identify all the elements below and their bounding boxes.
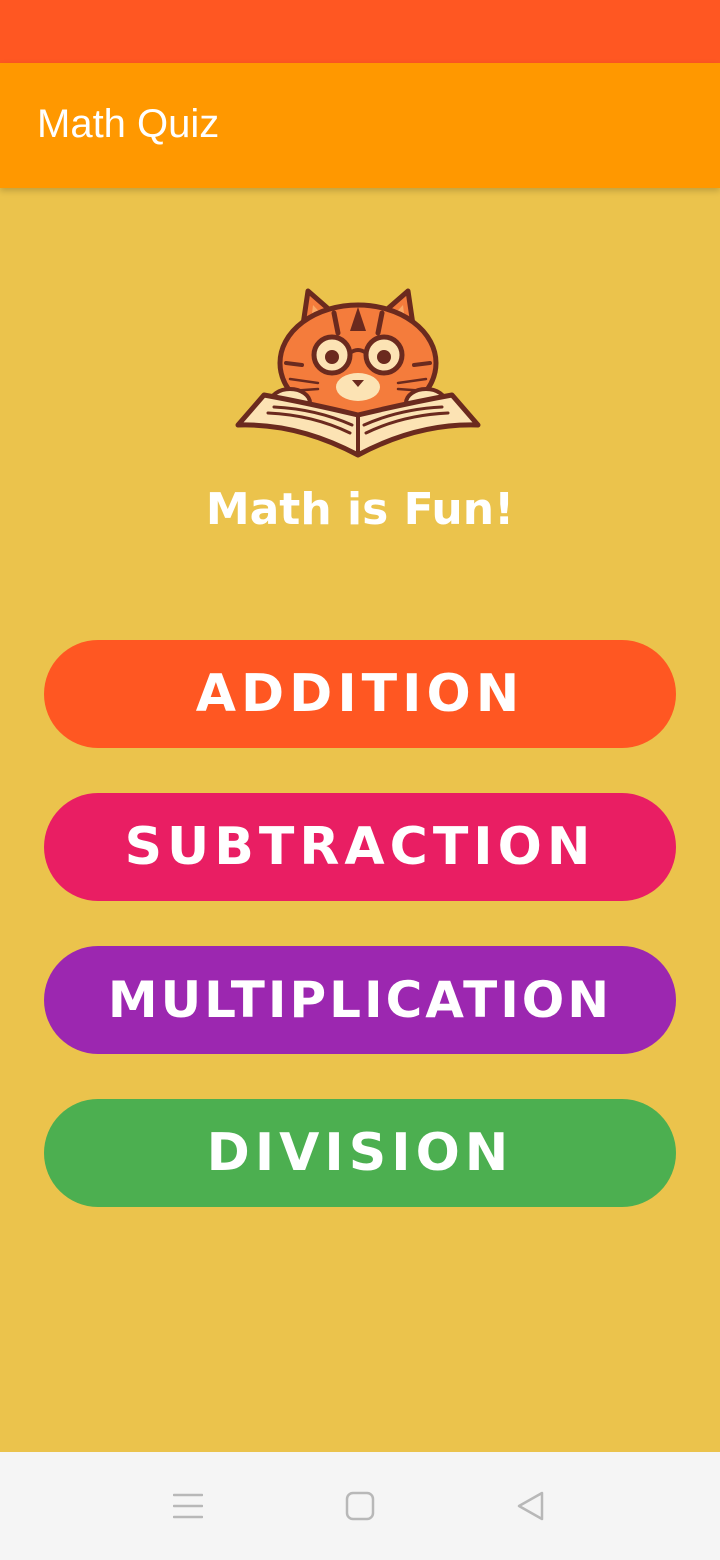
app-bar: Math Quiz <box>0 63 720 188</box>
addition-button[interactable]: ADDITION <box>44 640 676 748</box>
tagline: Math is Fun! <box>205 484 515 535</box>
subtraction-button[interactable]: SUBTRACTION <box>44 793 676 901</box>
main-content: Math is Fun! ADDITION SUBTRACTION MULTIP… <box>0 188 720 1452</box>
cat-reading-book-icon <box>235 288 481 458</box>
multiplication-button[interactable]: MULTIPLICATION <box>44 946 676 1054</box>
division-button[interactable]: DIVISION <box>44 1099 676 1207</box>
app-title: Math Quiz <box>37 102 220 146</box>
home-icon[interactable] <box>340 1486 380 1526</box>
navigation-bar <box>0 1452 720 1560</box>
menu-icon[interactable] <box>168 1486 208 1526</box>
status-bar <box>0 0 720 63</box>
back-icon[interactable] <box>510 1486 550 1526</box>
